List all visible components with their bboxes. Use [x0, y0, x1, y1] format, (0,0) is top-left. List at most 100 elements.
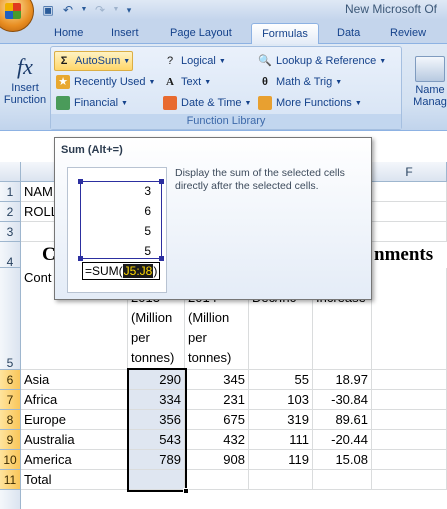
date-time-button[interactable]: Date & Time ▼ [161, 93, 253, 113]
cell-b8[interactable]: 356 [128, 410, 185, 430]
logical-book-icon: ? [166, 55, 174, 67]
name-manager-label-2: Manag [413, 96, 447, 108]
cell-e6[interactable]: 18.97 [313, 370, 372, 390]
tooltip-value-1: 3 [144, 184, 151, 198]
financial-button[interactable]: Financial ▼ [54, 93, 130, 113]
cell-e9[interactable]: -20.44 [313, 430, 372, 450]
save-icon[interactable]: ▣ [40, 3, 56, 17]
cell-e8[interactable]: 89.61 [313, 410, 372, 430]
cell-e10[interactable]: 15.08 [313, 450, 372, 470]
insert-function-label-2: Function [3, 94, 47, 106]
row-header-9[interactable]: 9 [0, 430, 21, 450]
autosum-button[interactable]: Σ AutoSum ▼ [54, 51, 134, 71]
tab-insert[interactable]: Insert [105, 23, 145, 44]
more-functions-button[interactable]: More Functions ▼ [256, 93, 364, 113]
cell-f9[interactable] [372, 430, 447, 450]
cell-f11[interactable] [372, 470, 447, 490]
row-header-4[interactable]: 4 [0, 242, 21, 269]
cell-e7[interactable]: -30.84 [313, 390, 372, 410]
cell-c9[interactable]: 432 [185, 430, 249, 450]
row-header-3[interactable]: 3 [0, 222, 21, 242]
cell-a8[interactable]: Europe [21, 410, 128, 430]
cell-b6[interactable]: 290 [128, 370, 185, 390]
cell-c7[interactable]: 231 [185, 390, 249, 410]
row-header-8[interactable]: 8 [0, 410, 21, 430]
b-header-line-2: (Million [131, 310, 173, 325]
cell-a6[interactable]: Asia [21, 370, 128, 390]
row-header-5[interactable]: 5 [0, 268, 21, 370]
cell-c11[interactable] [185, 470, 249, 490]
cell-d7[interactable]: 103 [249, 390, 313, 410]
cell-f8[interactable] [372, 410, 447, 430]
tooltip-handle-bottom-left [78, 256, 83, 261]
more-functions-dropdown-icon: ▼ [354, 99, 362, 107]
cell-a11-total[interactable]: Total [21, 470, 128, 490]
math-trig-button[interactable]: θ Math & Trig ▼ [256, 72, 344, 92]
redo-dropdown-icon[interactable]: ▼ [112, 3, 120, 17]
b-header-line-4: tonnes) [131, 350, 175, 365]
column-header-f[interactable]: F [372, 162, 447, 182]
cell-d9[interactable]: 111 [249, 430, 313, 450]
autosum-tooltip: Sum (Alt+=) 3 6 5 5 =SUM(J5:J8) Display … [54, 137, 372, 300]
row-header-6[interactable]: 6 [0, 370, 21, 390]
cell-d11[interactable] [249, 470, 313, 490]
row-header-11[interactable]: 11 [0, 470, 21, 490]
date-time-label: Date & Time [181, 97, 242, 109]
select-all-corner[interactable] [0, 162, 21, 182]
financial-label: Financial [74, 97, 119, 109]
cell-f7[interactable] [372, 390, 447, 410]
formula-prefix: =SUM( [85, 264, 123, 278]
cell-b7[interactable]: 334 [128, 390, 185, 410]
tab-review[interactable]: Review [384, 23, 432, 44]
cell-b11[interactable] [128, 470, 185, 490]
cell-f6[interactable] [372, 370, 447, 390]
undo-dropdown-icon[interactable]: ▼ [80, 3, 88, 17]
cell-b10[interactable]: 789 [128, 450, 185, 470]
tab-data[interactable]: Data [331, 23, 366, 44]
autosum-dropdown-icon[interactable]: ▼ [123, 58, 130, 65]
financial-book-icon [56, 96, 70, 110]
cell-f10[interactable] [372, 450, 447, 470]
cell-a9[interactable]: Australia [21, 430, 128, 450]
cell-d8[interactable]: 319 [249, 410, 313, 430]
row-header-1[interactable]: 1 [0, 182, 21, 202]
recently-used-button[interactable]: ★ Recently Used ▼ [54, 72, 157, 92]
text-label: Text [181, 76, 202, 88]
more-functions-label: More Functions [276, 97, 352, 109]
lookup-reference-button[interactable]: 🔍 Lookup & Reference ▼ [256, 51, 388, 71]
tooltip-formula: =SUM(J5:J8) [82, 262, 161, 280]
cell-f5[interactable] [372, 268, 447, 370]
date-time-dropdown-icon: ▼ [244, 99, 252, 107]
tab-page-layout[interactable]: Page Layout [164, 23, 238, 44]
row-header-2[interactable]: 2 [0, 202, 21, 222]
math-trig-dropdown-icon: ▼ [335, 78, 343, 86]
cell-c6[interactable]: 345 [185, 370, 249, 390]
tooltip-illustration: 3 6 5 5 =SUM(J5:J8) [67, 167, 167, 293]
text-button[interactable]: A Text ▼ [161, 72, 213, 92]
cell-a10[interactable]: America [21, 450, 128, 470]
cell-d10[interactable]: 119 [249, 450, 313, 470]
cell-d6[interactable]: 55 [249, 370, 313, 390]
cell-f3[interactable] [372, 222, 447, 242]
cell-a7[interactable]: Africa [21, 390, 128, 410]
name-manager-button[interactable]: Name Manag [408, 48, 447, 108]
quick-access-toolbar: ▣ ↶ ▼ ↷ ▼ ▾ [40, 2, 134, 18]
cell-c8[interactable]: 675 [185, 410, 249, 430]
cell-b9[interactable]: 543 [128, 430, 185, 450]
cell-e11[interactable] [313, 470, 372, 490]
insert-function-button[interactable]: fx Insert Function [2, 54, 48, 106]
row-header-10[interactable]: 10 [0, 450, 21, 470]
customize-qat-icon[interactable]: ▾ [124, 3, 134, 17]
cell-f1[interactable] [372, 182, 447, 202]
tab-home[interactable]: Home [48, 23, 89, 44]
cell-f2[interactable] [372, 202, 447, 222]
cell-c10[interactable]: 908 [185, 450, 249, 470]
row-header-7[interactable]: 7 [0, 390, 21, 410]
row-header-12[interactable] [0, 490, 21, 509]
tab-formulas[interactable]: Formulas [251, 23, 319, 44]
redo-icon[interactable]: ↷ [92, 3, 108, 17]
undo-icon[interactable]: ↶ [60, 3, 76, 17]
c-header-line-4: tonnes) [188, 350, 232, 365]
logical-button[interactable]: ? Logical ▼ [161, 51, 228, 71]
lookup-reference-label: Lookup & Reference [276, 55, 377, 67]
